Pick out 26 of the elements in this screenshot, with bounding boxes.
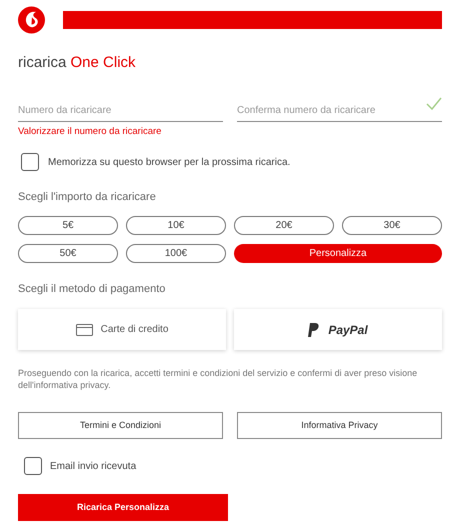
amount-option[interactable]: 20€ [234,216,334,235]
checkbox[interactable] [21,153,39,172]
terms-notice: Proseguendo con la ricarica, accetti termini e condizioni del servizio e confermi di aver preso visione dell'informativa privacy. [18,367,418,392]
page-title: ricarica One Click [18,53,137,73]
amount-option[interactable]: 50€ [18,244,118,263]
error-message: Valorizzare il numero da ricaricare [18,125,162,139]
section-label: Scegli il metodo di pagamento [18,282,166,297]
logo-icon [18,5,45,35]
link-button[interactable]: Termini e Condizioni [18,412,223,440]
input-field[interactable]: Numero da ricaricare [18,103,223,122]
credit-card-icon [76,324,93,336]
checkbox-label: Memorizza su questo browser per la prossima ricarica. [48,156,290,170]
checkbox[interactable] [24,457,42,476]
submit-button[interactable]: Ricarica Personalizza [18,494,228,522]
input-field[interactable]: Conferma numero da ricaricare [237,103,442,122]
payment-option[interactable]: PayPal [234,309,442,350]
amount-option[interactable]: 10€ [126,216,226,235]
section-label: Scegli l'importo da ricaricare [18,190,157,206]
payment-option[interactable]: Carte di credito [18,309,226,350]
amount-option[interactable]: 30€ [342,216,442,235]
amount-option[interactable]: 5€ [18,216,118,235]
amount-option[interactable]: 100€ [126,244,226,263]
paypal-p-icon [308,322,320,337]
checkbox-label: Email invio ricevuta [50,460,136,474]
link-button[interactable]: Informativa Privacy [237,412,442,440]
amount-option[interactable]: Personalizza [234,244,442,263]
